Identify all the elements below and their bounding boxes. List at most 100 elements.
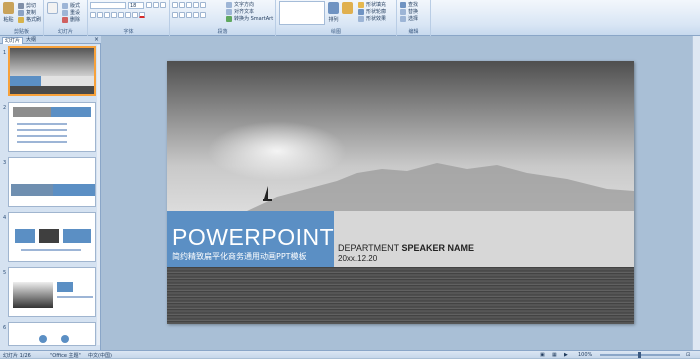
replace-button[interactable]: 替换 bbox=[400, 8, 418, 15]
sailboat-icon bbox=[263, 186, 272, 201]
slide-thumbnail-1[interactable] bbox=[8, 46, 96, 96]
slide-thumbnail-3[interactable] bbox=[8, 157, 96, 207]
text-direction-icon bbox=[226, 1, 232, 8]
bold-icon[interactable] bbox=[90, 12, 96, 18]
smartart-icon bbox=[226, 15, 232, 22]
zoom-thumb[interactable] bbox=[638, 352, 641, 358]
strikethrough-icon[interactable] bbox=[111, 12, 117, 18]
align-left-icon[interactable] bbox=[172, 12, 178, 18]
thumb-circle bbox=[39, 335, 47, 343]
shape-outline-button[interactable]: 形状轮廓 bbox=[358, 8, 386, 15]
select-button[interactable]: 选择 bbox=[400, 15, 418, 22]
thumb-line bbox=[21, 249, 81, 251]
quick-styles-button[interactable] bbox=[342, 2, 353, 14]
drawing-group: 排列 形状填充 形状轮廓 形状效果 绘图 bbox=[276, 0, 397, 36]
fit-window-icon[interactable]: ⊡ bbox=[686, 352, 690, 358]
format-painter-button[interactable]: 格式刷 bbox=[18, 16, 41, 23]
normal-view-icon[interactable]: ▣ bbox=[540, 352, 545, 358]
status-bar: 幻灯片 1/26 "Office 主题" 中文(中国) ▣ ▦ ▶ 100% ⊡ bbox=[0, 350, 700, 359]
clipboard-group: 粘贴 剪切 复制 格式刷 剪贴板 bbox=[0, 0, 44, 36]
thumb-image bbox=[51, 107, 91, 117]
slideshow-icon[interactable]: ▶ bbox=[564, 352, 568, 358]
group-label-clipboard: 剪贴板 bbox=[13, 29, 29, 35]
reset-button[interactable]: 重设 bbox=[62, 9, 80, 16]
copy-button[interactable]: 复制 bbox=[18, 9, 36, 16]
font-group: 18 字体 bbox=[88, 0, 170, 36]
tab-slides[interactable]: 幻灯片 bbox=[2, 37, 24, 44]
slide-number: 5 bbox=[3, 270, 7, 276]
sea-background bbox=[167, 267, 634, 324]
align-right-icon[interactable] bbox=[186, 12, 192, 18]
slide-thumbnail-5[interactable] bbox=[8, 267, 96, 317]
layout-icon bbox=[62, 2, 68, 9]
group-label-editing: 编辑 bbox=[408, 29, 419, 35]
zoom-level[interactable]: 100% bbox=[578, 352, 592, 358]
panel-tabs: 幻灯片 大纲 × bbox=[0, 36, 101, 44]
slide-thumbnail-4[interactable] bbox=[8, 212, 96, 262]
change-case-icon[interactable] bbox=[132, 12, 138, 18]
paste-button[interactable]: 粘贴 bbox=[3, 2, 14, 23]
underline-icon[interactable] bbox=[104, 12, 110, 18]
quick-styles-icon bbox=[342, 2, 353, 14]
thumb-image bbox=[11, 184, 53, 196]
shape-fill-button[interactable]: 形状填充 bbox=[358, 1, 386, 8]
char-spacing-icon[interactable] bbox=[125, 12, 131, 18]
font-color-icon[interactable] bbox=[139, 12, 145, 18]
slide-number: 1 bbox=[3, 50, 7, 56]
bullets-icon[interactable] bbox=[172, 2, 178, 8]
delete-button[interactable]: 删除 bbox=[62, 16, 80, 23]
font-size-combo[interactable]: 18 bbox=[128, 2, 144, 9]
slides-group: 版式 重设 删除 幻灯片 bbox=[44, 0, 88, 36]
slide-subtitle[interactable]: 简约精致扁平化商务通用动画PPT模板 bbox=[172, 251, 307, 262]
shapes-gallery[interactable] bbox=[279, 1, 325, 25]
slide-sorter-icon[interactable]: ▦ bbox=[552, 352, 557, 358]
clear-format-icon[interactable] bbox=[160, 2, 166, 8]
close-icon[interactable]: × bbox=[94, 36, 99, 44]
group-label-drawing: 绘图 bbox=[330, 29, 341, 35]
text-direction-button[interactable]: 文字方向 bbox=[226, 1, 254, 8]
panel-scrollbar[interactable] bbox=[97, 45, 100, 345]
find-button[interactable]: 查找 bbox=[400, 1, 418, 8]
new-slide-icon bbox=[47, 2, 58, 14]
arrange-button[interactable]: 排列 bbox=[328, 2, 339, 23]
slide-number: 3 bbox=[3, 160, 7, 166]
thumb-box bbox=[39, 229, 59, 243]
zoom-slider[interactable] bbox=[600, 352, 680, 358]
smartart-button[interactable]: 转换为 SmartArt bbox=[226, 15, 273, 22]
numbering-icon[interactable] bbox=[179, 2, 185, 8]
layout-button[interactable]: 版式 bbox=[62, 2, 80, 9]
font-name-combo[interactable] bbox=[90, 2, 126, 9]
decrease-indent-icon[interactable] bbox=[186, 2, 192, 8]
new-slide-button[interactable] bbox=[47, 2, 58, 14]
align-text-button[interactable]: 对齐文本 bbox=[226, 8, 254, 15]
group-label-paragraph: 段落 bbox=[217, 29, 228, 35]
columns-icon[interactable] bbox=[200, 12, 206, 18]
slide-thumbnail-6[interactable] bbox=[8, 322, 96, 346]
shadow-icon[interactable] bbox=[118, 12, 124, 18]
thumb-blue-band bbox=[53, 184, 95, 196]
paragraph-group: 文字方向 对齐文本 转换为 SmartArt 段落 bbox=[170, 0, 276, 36]
align-center-icon[interactable] bbox=[179, 12, 185, 18]
justify-icon[interactable] bbox=[193, 12, 199, 18]
thumb-image bbox=[13, 107, 51, 117]
slide-number: 6 bbox=[3, 325, 7, 331]
mountain-silhouette bbox=[247, 163, 634, 211]
department-line[interactable]: DEPARTMENT SPEAKER NAME bbox=[338, 243, 474, 253]
select-icon bbox=[400, 15, 406, 22]
cut-button[interactable]: 剪切 bbox=[18, 2, 36, 9]
editor-scrollbar[interactable] bbox=[692, 36, 700, 350]
paste-icon bbox=[3, 2, 14, 14]
tab-outline[interactable]: 大纲 bbox=[24, 37, 38, 44]
line-spacing-icon[interactable] bbox=[200, 2, 206, 8]
grow-font-icon[interactable] bbox=[146, 2, 152, 8]
delete-icon bbox=[62, 16, 68, 23]
shrink-font-icon[interactable] bbox=[153, 2, 159, 8]
italic-icon[interactable] bbox=[97, 12, 103, 18]
current-slide[interactable]: POWERPOINT 简约精致扁平化商务通用动画PPT模板 DEPARTMENT… bbox=[167, 61, 634, 324]
slide-title[interactable]: POWERPOINT bbox=[172, 224, 334, 251]
slide-date[interactable]: 20xx.12.20 bbox=[338, 254, 377, 263]
slide-thumbnail-2[interactable] bbox=[8, 102, 96, 152]
shape-effects-button[interactable]: 形状效果 bbox=[358, 15, 386, 22]
increase-indent-icon[interactable] bbox=[193, 2, 199, 8]
thumb-box bbox=[15, 229, 35, 243]
